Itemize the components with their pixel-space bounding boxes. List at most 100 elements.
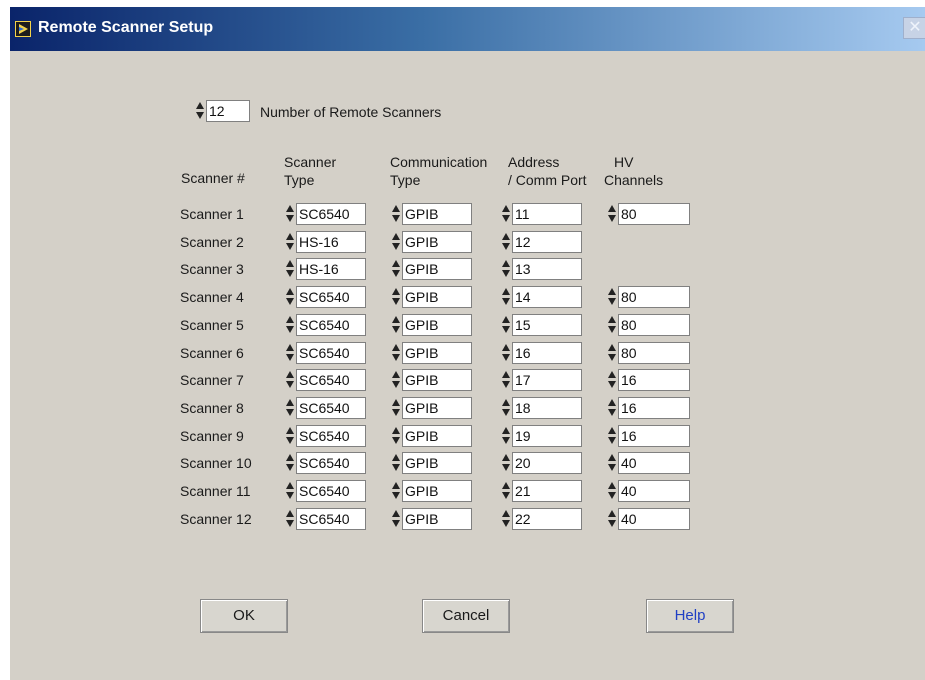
scanner-address-field[interactable]: 22 [512,508,582,530]
scanner-comm-field[interactable]: GPIB [402,342,472,364]
scanner-comm-field[interactable]: GPIB [402,397,472,419]
spinner-arrows-icon[interactable] [502,203,510,225]
spinner-arrows-icon[interactable] [608,452,616,474]
spinner-arrows-icon[interactable] [392,231,400,253]
spinner-arrows-icon[interactable] [392,203,400,225]
scanner-comm-field[interactable]: GPIB [402,508,472,530]
spinner-arrows-icon[interactable] [286,203,294,225]
spinner-arrows-icon[interactable] [502,258,510,280]
scanner-comm-field[interactable]: GPIB [402,231,472,253]
spinner-arrows-icon[interactable] [608,203,616,225]
scanner-type-field[interactable]: SC6540 [296,314,366,336]
spinner-arrows-icon[interactable] [392,452,400,474]
scanner-address-field[interactable]: 14 [512,286,582,308]
spinner-arrows-icon[interactable] [286,231,294,253]
scanner-type-field[interactable]: HS-16 [296,231,366,253]
scanner-address-field[interactable]: 20 [512,452,582,474]
spinner-arrows-icon[interactable] [392,397,400,419]
spinner-arrows-icon[interactable] [392,314,400,336]
scanner-address-field[interactable]: 19 [512,425,582,447]
spinner-arrows-icon[interactable] [502,286,510,308]
spinner-arrows-icon[interactable] [608,508,616,530]
scanner-type-field[interactable]: SC6540 [296,480,366,502]
spinner-arrows-icon[interactable] [502,369,510,391]
scanner-comm-field[interactable]: GPIB [402,369,472,391]
scanner-comm-field[interactable]: GPIB [402,452,472,474]
spinner-arrows-icon[interactable] [608,314,616,336]
ok-button[interactable]: OK [200,599,288,633]
scanner-address-field[interactable]: 11 [512,203,582,225]
scanner-type-field[interactable]: SC6540 [296,397,366,419]
spinner-arrows-icon[interactable] [502,397,510,419]
spinner-arrows-icon[interactable] [502,425,510,447]
scanner-address-field[interactable]: 13 [512,258,582,280]
spinner-arrows-icon[interactable] [392,258,400,280]
spinner-arrows-icon[interactable] [608,397,616,419]
scanner-hv-field[interactable]: 16 [618,369,690,391]
spinner-arrows-icon[interactable] [286,480,294,502]
scanner-address-field[interactable]: 17 [512,369,582,391]
scanner-hv-field[interactable]: 16 [618,397,690,419]
spinner-arrows-icon[interactable] [286,508,294,530]
scanner-hv-field[interactable]: 80 [618,286,690,308]
scanner-address-field[interactable]: 12 [512,231,582,253]
spinner-arrows-icon[interactable] [286,452,294,474]
scanner-type-field[interactable]: SC6540 [296,203,366,225]
scanner-comm-field[interactable]: GPIB [402,286,472,308]
scanner-address-field[interactable]: 18 [512,397,582,419]
spinner-arrows-icon[interactable] [286,425,294,447]
spinner-arrows-icon[interactable] [502,342,510,364]
scanner-type-field[interactable]: SC6540 [296,508,366,530]
spinner-arrows-icon[interactable] [608,369,616,391]
scanner-hv-field[interactable]: 40 [618,508,690,530]
scanner-comm-field[interactable]: GPIB [402,425,472,447]
scanner-hv-field[interactable]: 80 [618,314,690,336]
spinner-arrows-icon[interactable] [392,369,400,391]
spinner-arrows-icon[interactable] [392,508,400,530]
spinner-arrows-icon[interactable] [502,508,510,530]
spinner-arrows-icon[interactable] [286,397,294,419]
spinner-arrows-icon[interactable] [502,231,510,253]
spinner-arrows-icon[interactable] [392,286,400,308]
scanner-address-field[interactable]: 15 [512,314,582,336]
scanner-hv-field[interactable]: 80 [618,203,690,225]
cancel-button[interactable]: Cancel [422,599,510,633]
spinner-arrows-icon[interactable] [286,314,294,336]
scanner-comm-field[interactable]: GPIB [402,314,472,336]
spinner-arrows-icon[interactable] [286,369,294,391]
spinner-arrows-icon[interactable] [502,314,510,336]
scanner-type-field[interactable]: SC6540 [296,452,366,474]
scanner-count-spinner-icon[interactable] [196,100,204,122]
spinner-arrows-icon[interactable] [286,342,294,364]
scanner-hv-field[interactable]: 40 [618,480,690,502]
scanner-hv-field[interactable]: 40 [618,452,690,474]
spinner-arrows-icon[interactable] [286,258,294,280]
scanner-comm-field[interactable]: GPIB [402,258,472,280]
spinner-arrows-icon[interactable] [608,425,616,447]
spinner-arrows-icon[interactable] [502,480,510,502]
scanner-type-field[interactable]: SC6540 [296,342,366,364]
scanner-type-field[interactable]: SC6540 [296,286,366,308]
scanner-type-field[interactable]: SC6540 [296,369,366,391]
spinner-arrows-icon[interactable] [608,286,616,308]
scanner-comm-field[interactable]: GPIB [402,480,472,502]
spinner-arrows-icon[interactable] [392,425,400,447]
spinner-arrows-icon[interactable] [608,480,616,502]
scanner-type-field[interactable]: SC6540 [296,425,366,447]
scanner-hv-field[interactable]: 16 [618,425,690,447]
spinner-arrows-icon[interactable] [392,480,400,502]
spinner-arrows-icon[interactable] [608,342,616,364]
close-icon[interactable]: ✕ [903,17,925,39]
spinner-arrows-icon[interactable] [502,452,510,474]
spinner-arrows-icon[interactable] [392,342,400,364]
scanner-address-field[interactable]: 21 [512,480,582,502]
scanner-type-field[interactable]: HS-16 [296,258,366,280]
spinner-arrows-icon[interactable] [286,286,294,308]
help-button[interactable]: Help [646,599,734,633]
scanner-comm-field[interactable]: GPIB [402,203,472,225]
scanner-count-field[interactable]: 12 [206,100,250,122]
scanner-address-field[interactable]: 16 [512,342,582,364]
title-bar[interactable]: Remote Scanner Setup ✕ [10,7,925,51]
scanner-row-label: Scanner 12 [180,511,252,527]
scanner-hv-field[interactable]: 80 [618,342,690,364]
